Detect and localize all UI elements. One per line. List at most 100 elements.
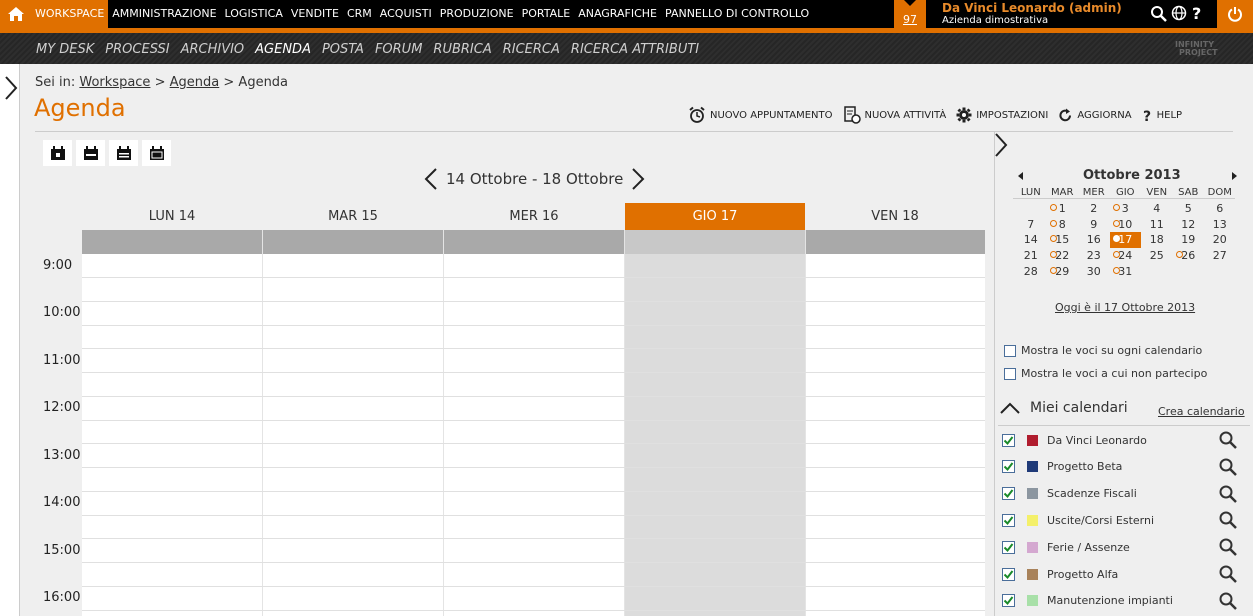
minical-day[interactable]: 12 bbox=[1173, 217, 1205, 233]
menu-workspace[interactable]: WORKSPACE bbox=[31, 0, 109, 28]
minical-day[interactable]: 19 bbox=[1173, 232, 1205, 248]
minical-day[interactable]: 8 bbox=[1047, 217, 1079, 233]
minical-day[interactable]: 24 bbox=[1110, 248, 1142, 264]
notifications-badge[interactable]: 97 bbox=[894, 0, 926, 28]
minical-day[interactable]: 29 bbox=[1047, 264, 1079, 280]
minical-day[interactable]: 25 bbox=[1141, 248, 1173, 264]
calendar-item[interactable]: Manutenzione impianti bbox=[1002, 591, 1250, 611]
subnav-ricerca-attributi[interactable]: RICERCA ATTRIBUTI bbox=[571, 33, 699, 64]
previous-week-icon[interactable] bbox=[424, 167, 438, 191]
breadcrumb-workspace[interactable]: Workspace bbox=[79, 75, 150, 90]
day-header-gio-17[interactable]: GIO 17 bbox=[625, 203, 805, 230]
refresh-button[interactable]: AGGIORNA bbox=[1058, 106, 1132, 124]
magnifier-icon[interactable] bbox=[1218, 510, 1238, 530]
calendar-item[interactable]: Progetto Alfa bbox=[1002, 564, 1250, 584]
minical-prev-icon[interactable] bbox=[1018, 172, 1023, 180]
checkbox[interactable] bbox=[1004, 367, 1016, 380]
magnifier-icon[interactable] bbox=[1218, 591, 1238, 611]
calendar-checkbox[interactable] bbox=[1002, 540, 1015, 554]
minical-day[interactable]: 1 bbox=[1047, 201, 1079, 217]
minical-day[interactable]: 4 bbox=[1141, 201, 1173, 217]
calendar-item[interactable]: Progetto Beta bbox=[1002, 457, 1250, 477]
settings-button[interactable]: IMPOSTAZIONI bbox=[956, 106, 1048, 124]
minical-day[interactable]: 26 bbox=[1173, 248, 1205, 264]
breadcrumb-agenda[interactable]: Agenda bbox=[170, 75, 220, 90]
subnav-forum[interactable]: FORUM bbox=[375, 33, 422, 64]
minical-day[interactable]: 15 bbox=[1047, 232, 1079, 248]
help-icon[interactable]: ? bbox=[1191, 5, 1203, 21]
minical-day[interactable]: 17 bbox=[1109, 232, 1141, 249]
calendar-item[interactable]: Ferie / Assenze bbox=[1002, 537, 1250, 557]
calendar-item[interactable]: Da Vinci Leonardo bbox=[1002, 430, 1250, 450]
subnav-archivio[interactable]: ARCHIVIO bbox=[181, 33, 245, 64]
allday-slot[interactable] bbox=[444, 230, 624, 254]
menu-logistica[interactable]: LOGISTICA bbox=[221, 0, 287, 28]
logout-button[interactable] bbox=[1217, 0, 1253, 28]
minical-day[interactable]: 3 bbox=[1110, 201, 1142, 217]
menu-crm[interactable]: CRM bbox=[343, 0, 376, 28]
globe-icon[interactable] bbox=[1171, 5, 1187, 21]
view-week-button[interactable] bbox=[76, 140, 105, 166]
expand-panel-icon[interactable] bbox=[4, 75, 18, 101]
minical-day[interactable]: 20 bbox=[1204, 232, 1236, 248]
menu-amministrazione[interactable]: AMMINISTRAZIONE bbox=[108, 0, 220, 28]
next-week-icon[interactable] bbox=[631, 167, 645, 191]
menu-produzione[interactable]: PRODUZIONE bbox=[436, 0, 518, 28]
day-header-ven-18[interactable]: VEN 18 bbox=[805, 203, 985, 230]
subnav-processi[interactable]: PROCESSI bbox=[105, 33, 169, 64]
day-header-mar-15[interactable]: MAR 15 bbox=[263, 203, 443, 230]
calendar-checkbox[interactable] bbox=[1002, 460, 1015, 474]
magnifier-icon[interactable] bbox=[1218, 457, 1238, 477]
magnifier-icon[interactable] bbox=[1218, 564, 1238, 584]
magnifier-icon[interactable] bbox=[1218, 430, 1238, 450]
minical-day[interactable]: 10 bbox=[1110, 217, 1142, 233]
menu-pannello-di-controllo[interactable]: PANNELLO DI CONTROLLO bbox=[661, 0, 813, 28]
calendar-checkbox[interactable] bbox=[1002, 433, 1015, 447]
minical-day[interactable]: 11 bbox=[1141, 217, 1173, 233]
chevron-up-icon[interactable] bbox=[1000, 402, 1020, 414]
calendar-checkbox[interactable] bbox=[1002, 513, 1015, 527]
calendar-item[interactable]: Uscite/Corsi Esterni bbox=[1002, 510, 1250, 530]
calendar-checkbox[interactable] bbox=[1002, 567, 1015, 581]
minical-next-icon[interactable] bbox=[1232, 172, 1237, 180]
user-info[interactable]: Da Vinci Leonardo (admin) Azienda dimost… bbox=[942, 2, 1122, 27]
minical-day[interactable]: 30 bbox=[1078, 264, 1110, 280]
minical-day[interactable]: 22 bbox=[1047, 248, 1079, 264]
allday-slot[interactable] bbox=[805, 230, 985, 254]
collapse-right-panel-icon[interactable] bbox=[994, 132, 1008, 158]
minical-day[interactable]: 28 bbox=[1015, 264, 1047, 280]
minical-day[interactable]: 14 bbox=[1015, 232, 1047, 248]
calendar-item[interactable]: Scadenze Fiscali bbox=[1002, 484, 1250, 504]
search-icon[interactable] bbox=[1150, 5, 1167, 22]
magnifier-icon[interactable] bbox=[1218, 484, 1238, 504]
minical-day[interactable]: 13 bbox=[1204, 217, 1236, 233]
view-month-button[interactable] bbox=[142, 140, 171, 166]
minical-day[interactable]: 7 bbox=[1015, 217, 1047, 233]
minical-day[interactable]: 27 bbox=[1204, 248, 1236, 264]
day-header-lun-14[interactable]: LUN 14 bbox=[82, 203, 262, 230]
menu-vendite[interactable]: VENDITE bbox=[287, 0, 343, 28]
minical-day[interactable]: 5 bbox=[1173, 201, 1205, 217]
allday-slot[interactable] bbox=[625, 230, 805, 254]
home-button[interactable] bbox=[0, 0, 31, 28]
magnifier-icon[interactable] bbox=[1218, 537, 1238, 557]
menu-portale[interactable]: PORTALE bbox=[518, 0, 575, 28]
minical-day[interactable]: 16 bbox=[1078, 232, 1110, 248]
menu-acquisti[interactable]: ACQUISTI bbox=[376, 0, 436, 28]
new-activity-button[interactable]: NUOVA ATTIVITÀ bbox=[843, 106, 946, 124]
menu-anagrafiche[interactable]: ANAGRAFICHE bbox=[574, 0, 661, 28]
subnav-my-desk[interactable]: MY DESK bbox=[36, 33, 94, 64]
filter-not-participating[interactable]: Mostra le voci a cui non partecipo bbox=[1004, 367, 1207, 380]
view-day-button[interactable] bbox=[43, 140, 72, 166]
help-button[interactable]: ? HELP bbox=[1142, 106, 1182, 124]
checkbox[interactable] bbox=[1004, 344, 1016, 357]
calendar-checkbox[interactable] bbox=[1002, 594, 1015, 608]
minical-day[interactable]: 9 bbox=[1078, 217, 1110, 233]
filter-all-calendars[interactable]: Mostra le voci su ogni calendario bbox=[1004, 344, 1202, 357]
view-workweek-button[interactable] bbox=[109, 140, 138, 166]
new-appointment-button[interactable]: NUOVO APPUNTAMENTO bbox=[688, 106, 833, 124]
minical-day[interactable]: 23 bbox=[1078, 248, 1110, 264]
calendar-checkbox[interactable] bbox=[1002, 487, 1015, 501]
subnav-ricerca[interactable]: RICERCA bbox=[503, 33, 560, 64]
minical-day[interactable]: 18 bbox=[1141, 232, 1173, 248]
